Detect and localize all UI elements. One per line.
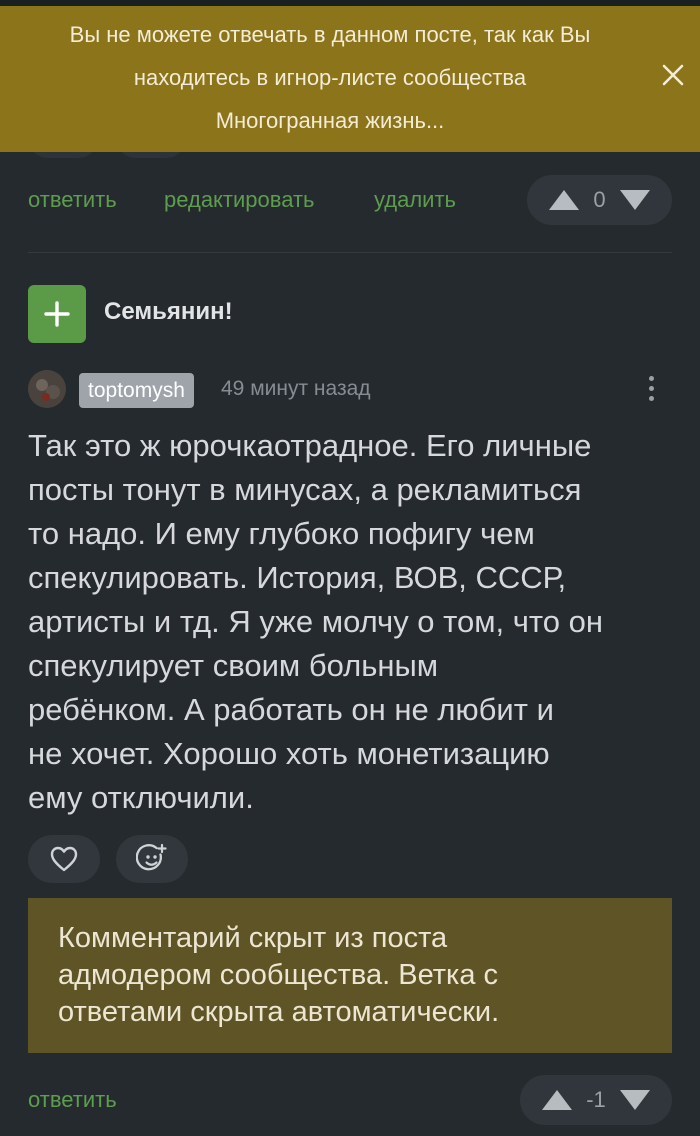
divider [28,252,672,253]
arrow-up-icon[interactable] [540,1088,574,1112]
comment-line: спекулирует своим больным [28,648,439,683]
plus-icon [44,301,70,327]
delete-link[interactable]: удалить [374,187,456,213]
arrow-up-icon[interactable] [547,188,581,212]
edit-link[interactable]: редактировать [164,187,315,213]
notice-line: ответами скрыта автоматически. [58,996,500,1028]
emoji-add-icon [136,843,167,871]
rating-value: 0 [593,187,606,212]
comment-title: Семьянин! [104,298,233,325]
comment-line: не хочет. Хорошо хоть монетизацию [28,736,550,771]
vote-widget: -1 [520,1075,672,1125]
comment-line: ребёнком. А работать он не любит и [28,692,554,727]
comment-line: ему отключили. [28,780,254,815]
hidden-comment-notice: Комментарий скрыт из поста адмодером соо… [28,898,672,1053]
comment-line: то надо. И ему глубоко пофигу чем [28,516,535,551]
more-vertical-icon[interactable] [642,372,660,408]
comment-line: посты тонут в минусах, а рекламиться [28,472,582,507]
arrow-down-icon[interactable] [618,1088,652,1112]
ignore-list-banner: Вы не можете отвечать в данном посте, та… [0,6,700,152]
comment-line: Так это ж юрочкаотрадное. Его личные [28,428,592,463]
timestamp: 49 минут назад [221,377,371,400]
comment-line: спекулировать. История, ВОВ, СССР, [28,560,567,595]
heart-icon [50,846,78,872]
reply-link[interactable]: ответить [28,1087,117,1113]
react-button[interactable] [116,835,188,883]
expand-button[interactable] [28,285,86,343]
avatar[interactable] [28,370,66,408]
comment-body: Так это ж юрочкаотрадное. Его личные пос… [28,424,668,820]
notice-line: адмодером сообщества. Ветка с [58,959,499,991]
close-icon[interactable] [660,62,686,88]
reply-link[interactable]: ответить [28,187,117,213]
arrow-down-icon[interactable] [618,188,652,212]
comment-line: артисты и тд. Я уже молчу о том, что он [28,604,603,639]
banner-line: находитесь в игнор-листе сообщества [133,65,527,90]
notice-line: Комментарий скрыт из поста [58,922,448,954]
prev-vote-widget: 0 [527,175,672,225]
banner-line: Многогранная жизнь... [215,108,445,133]
username-badge[interactable]: toptomysh [79,373,194,408]
rating-value: -1 [586,1087,606,1112]
banner-line: Вы не можете отвечать в данном посте, та… [69,22,591,47]
like-button[interactable] [28,835,100,883]
